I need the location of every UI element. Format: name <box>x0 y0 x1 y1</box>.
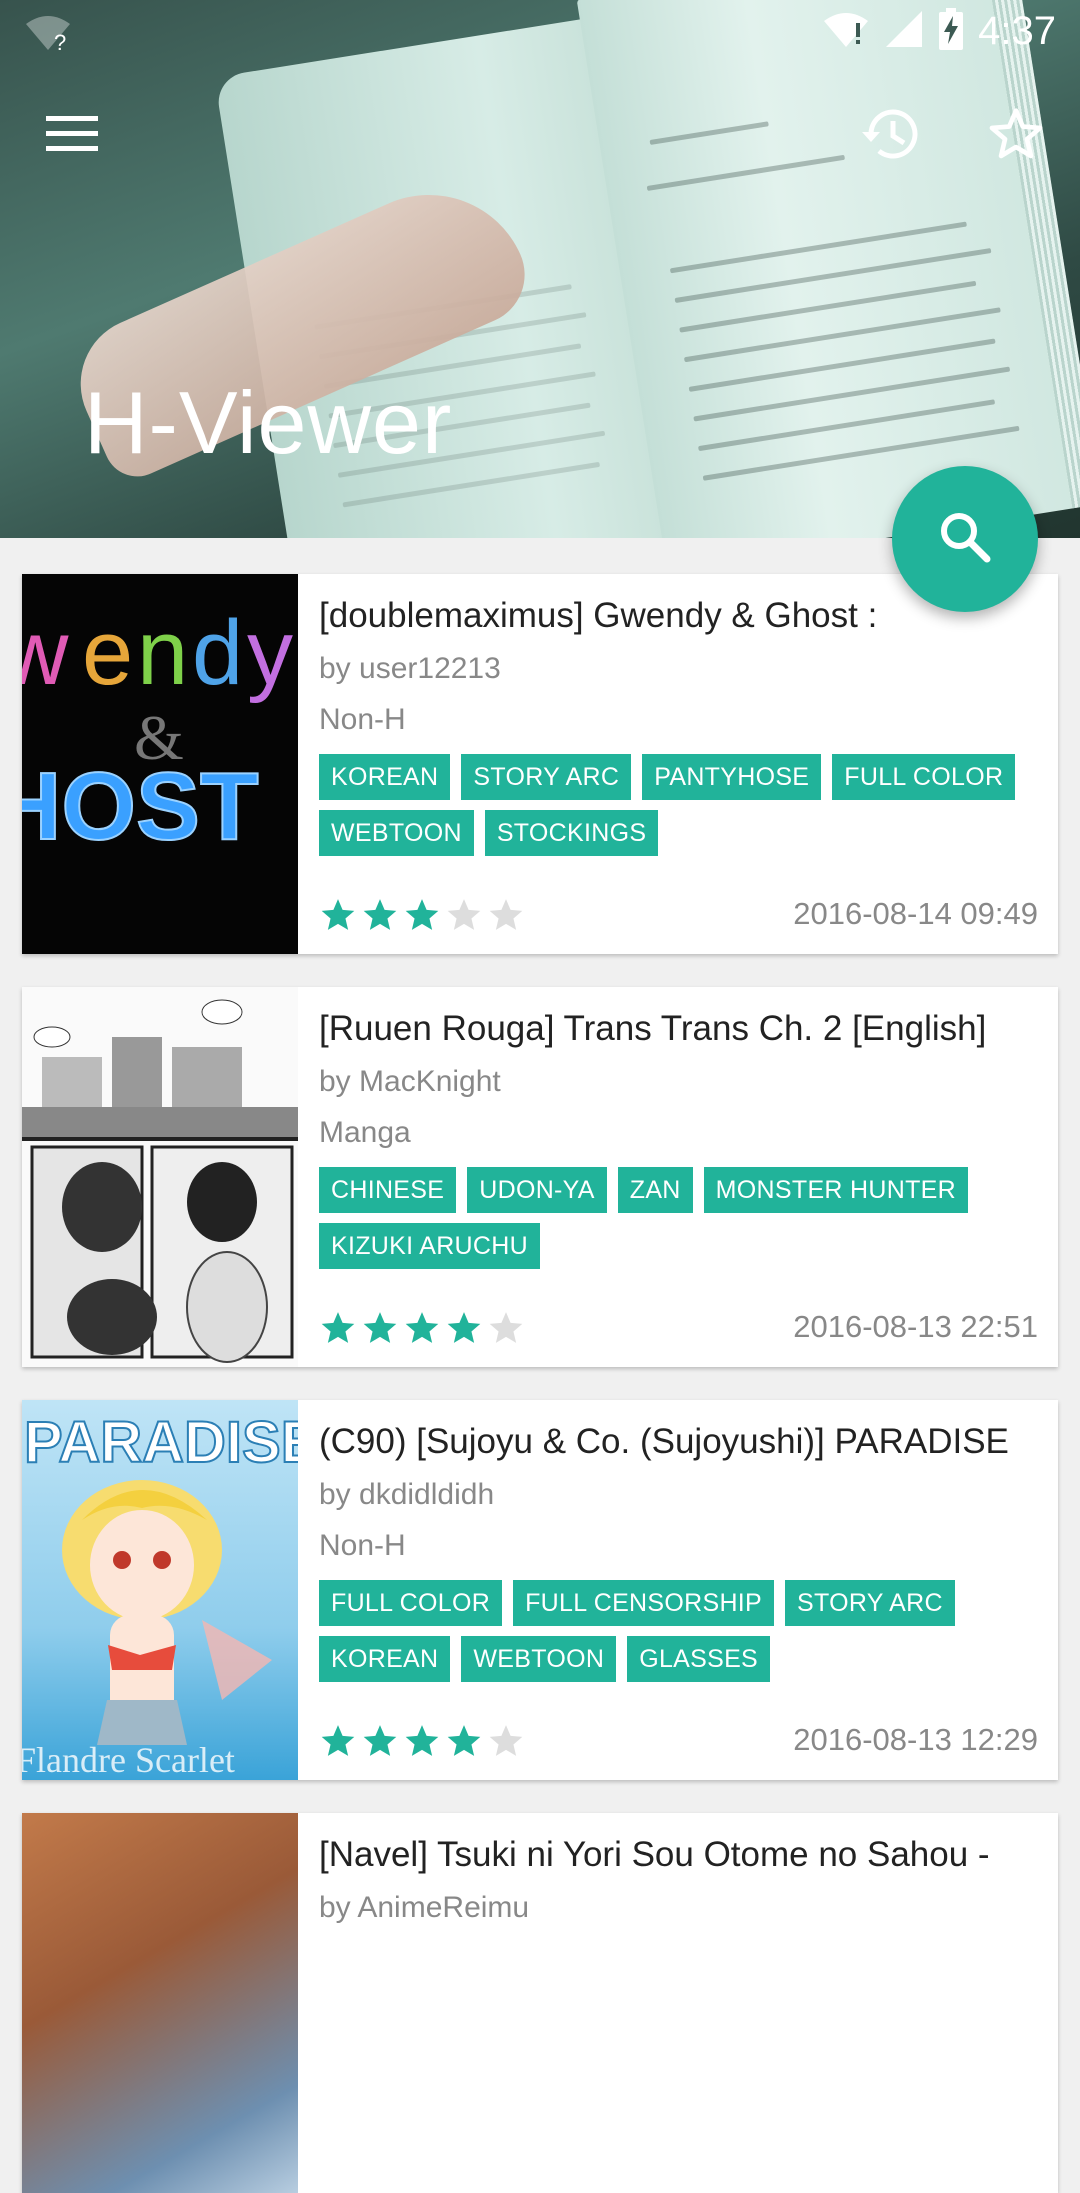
svg-text:n: n <box>137 602 188 704</box>
tag-chip[interactable]: GLASSES <box>627 1636 771 1682</box>
rating-stars <box>319 1309 525 1347</box>
menu-icon[interactable] <box>36 98 108 170</box>
svg-text:y: y <box>247 602 293 704</box>
status-bar: ? 4:37 <box>0 0 1080 66</box>
gallery-title: [Navel] Tsuki ni Yori Sou Otome no Sahou… <box>319 1835 990 1874</box>
svg-text:e: e <box>82 602 133 704</box>
star-filled-icon <box>321 1725 355 1756</box>
star-filled-icon <box>363 899 397 930</box>
star-empty-icon <box>489 1725 523 1756</box>
tag-chip[interactable]: UDON-YA <box>467 1167 607 1213</box>
svg-text:Flandre Scarlet: Flandre Scarlet <box>22 1740 235 1780</box>
gallery-cover-thumbnail: w e n d y & HOST HOST <box>22 574 298 954</box>
tag-list: KOREAN STORY ARC PANTYHOSE FULL COLOR WE… <box>319 754 1039 856</box>
tag-chip[interactable]: FULL COLOR <box>319 1580 503 1626</box>
gallery-date: 2016-08-14 09:49 <box>793 896 1038 931</box>
tag-chip[interactable]: MONSTER HUNTER <box>703 1167 968 1213</box>
tag-chip[interactable]: WEBTOON <box>319 810 474 856</box>
gallery-uploader: by user12213 <box>319 652 501 685</box>
gallery-card[interactable]: [Navel] Tsuki ni Yori Sou Otome no Sahou… <box>22 1813 1058 2193</box>
svg-text:HOST: HOST <box>22 753 259 860</box>
gallery-category: Manga <box>319 1116 411 1149</box>
gallery-card[interactable]: PARADISE Flandre Scarlet (C90) [Sujoyu &… <box>22 1400 1058 1780</box>
gallery-cover-thumbnail <box>22 1813 298 2193</box>
gallery-uploader: by MacKnight <box>319 1065 501 1098</box>
tag-chip[interactable]: STORY ARC <box>461 754 632 800</box>
wifi-unknown-icon: ? <box>24 14 72 59</box>
gallery-cover-thumbnail <box>22 987 298 1367</box>
star-filled-icon <box>363 1725 397 1756</box>
rating-stars <box>319 896 525 934</box>
star-filled-icon <box>405 1725 439 1756</box>
tag-chip[interactable]: FULL CENSORSHIP <box>513 1580 775 1626</box>
clock-text: 4:37 <box>978 9 1056 53</box>
gallery-card[interactable]: w e n d y & HOST HOST [doublemaximus] Gw… <box>22 574 1058 954</box>
tag-list: CHINESE UDON-YA ZAN MONSTER HUNTER KIZUK… <box>319 1167 1039 1269</box>
header: ? 4:37 H-Viewer <box>0 0 1080 538</box>
wifi-icon <box>822 9 870 54</box>
search-fab-button[interactable] <box>892 466 1038 612</box>
tag-chip[interactable]: KOREAN <box>319 754 451 800</box>
star-filled-icon <box>447 1725 481 1756</box>
star-filled-icon <box>363 1312 397 1343</box>
gallery-uploader: by dkdidldidh <box>319 1478 495 1511</box>
gallery-cover-thumbnail: PARADISE Flandre Scarlet <box>22 1400 298 1780</box>
tag-chip[interactable]: WEBTOON <box>461 1636 617 1682</box>
tag-chip[interactable]: STOCKINGS <box>484 810 659 856</box>
tag-chip[interactable]: ZAN <box>617 1167 693 1213</box>
star-empty-icon <box>489 1312 523 1343</box>
gallery-category: Non-H <box>319 1529 406 1562</box>
history-icon[interactable] <box>853 98 925 170</box>
star-filled-icon <box>447 1312 481 1343</box>
tag-chip[interactable]: PANTYHOSE <box>642 754 822 800</box>
tag-chip[interactable]: CHINESE <box>319 1167 457 1213</box>
gallery-date: 2016-08-13 22:51 <box>793 1309 1038 1344</box>
tag-chip[interactable]: FULL COLOR <box>832 754 1016 800</box>
star-filled-icon <box>405 899 439 930</box>
svg-text:PARADISE: PARADISE <box>24 1410 298 1475</box>
star-empty-icon <box>489 899 523 930</box>
star-filled-icon <box>321 899 355 930</box>
svg-text:?: ? <box>54 30 66 54</box>
battery-charging-icon <box>938 8 964 55</box>
tag-chip[interactable]: KIZUKI ARUCHU <box>319 1223 540 1269</box>
svg-text:w: w <box>22 602 69 704</box>
gallery-title: [Ruuen Rouga] Trans Trans Ch. 2 [English… <box>319 1009 987 1048</box>
app-title: H-Viewer <box>84 373 453 472</box>
star-filled-icon <box>405 1312 439 1343</box>
tag-chip[interactable]: STORY ARC <box>785 1580 955 1626</box>
gallery-card[interactable]: [Ruuen Rouga] Trans Trans Ch. 2 [English… <box>22 987 1058 1367</box>
svg-text:d: d <box>192 602 243 704</box>
rating-stars <box>319 1722 525 1760</box>
tag-chip[interactable]: KOREAN <box>319 1636 451 1682</box>
star-filled-icon <box>321 1312 355 1343</box>
gallery-category: Non-H <box>319 703 406 736</box>
star-empty-icon <box>447 899 481 930</box>
gallery-date: 2016-08-13 12:29 <box>793 1722 1038 1757</box>
star-outline-icon[interactable] <box>980 98 1052 170</box>
gallery-title: (C90) [Sujoyu & Co. (Sujoyushi)] PARADIS… <box>319 1422 1009 1461</box>
search-icon <box>938 510 992 569</box>
tag-list: FULL COLOR FULL CENSORSHIP STORY ARC KOR… <box>319 1580 1039 1682</box>
signal-icon <box>884 9 924 54</box>
